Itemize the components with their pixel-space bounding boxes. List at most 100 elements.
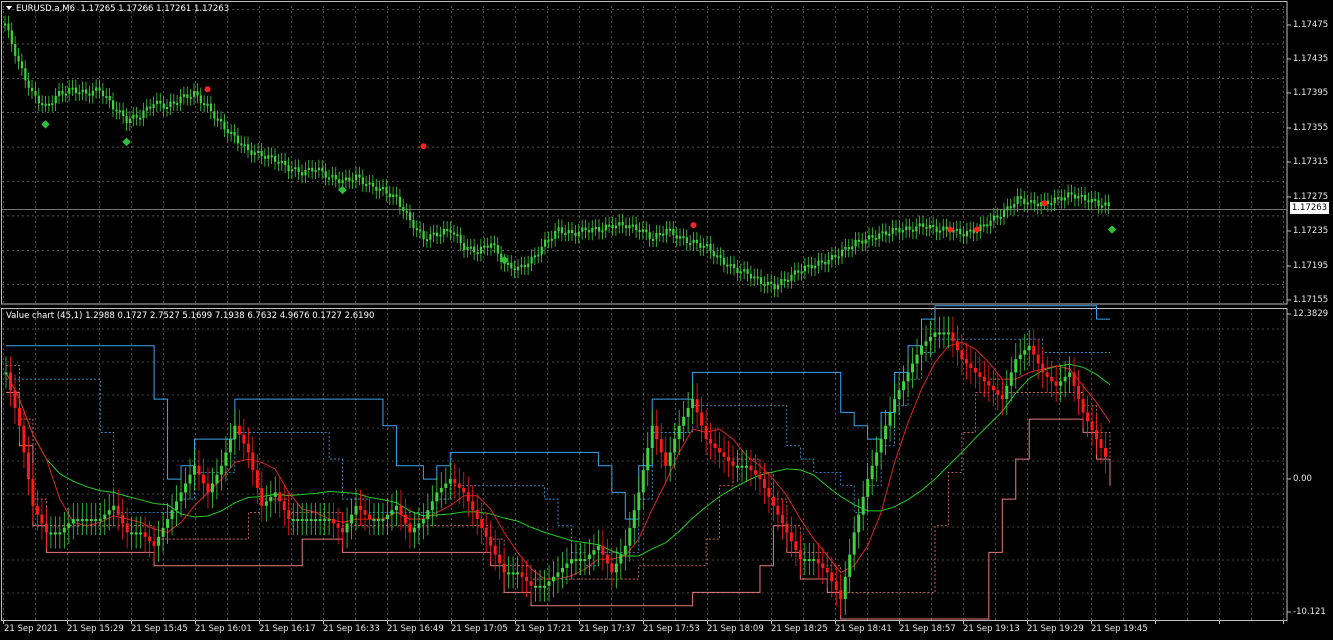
value-candle [359, 505, 363, 511]
price-candle [719, 255, 722, 258]
value-candle [1045, 372, 1049, 377]
price-candle [466, 246, 469, 250]
value-candle [574, 559, 578, 562]
value-candle [915, 354, 919, 364]
value-candle [381, 519, 385, 522]
value-candle [928, 336, 932, 342]
price-candle [790, 274, 793, 281]
price-candle [895, 228, 898, 231]
value-candle [49, 532, 53, 535]
value-candle [35, 505, 39, 515]
price-candle [1030, 200, 1033, 203]
price-candle [1097, 200, 1100, 206]
value-candle [58, 532, 62, 535]
value-candle [466, 492, 470, 502]
price-candle [236, 135, 240, 144]
price-candle [911, 229, 915, 232]
price-candle [301, 172, 304, 176]
value-candle [107, 510, 111, 515]
price-candle [662, 233, 665, 236]
price-candle [959, 228, 962, 235]
value-candle [287, 510, 291, 520]
price-candle [685, 237, 688, 243]
value-candle [17, 407, 21, 426]
price-candle [962, 234, 965, 237]
time-label: 21 Sep 19:45 [1091, 624, 1148, 634]
price-candle [955, 228, 958, 231]
value-candle [884, 425, 888, 440]
price-candle [901, 230, 904, 233]
price-candle [260, 150, 263, 157]
price-candle [405, 211, 408, 214]
value-candle [1081, 399, 1085, 413]
value-candle [318, 519, 322, 522]
value-candle [520, 572, 524, 577]
price-candle [550, 238, 553, 241]
value-candle [691, 399, 695, 408]
indicator-scale-label: 12.3829 [1293, 309, 1329, 319]
price-candle [358, 174, 361, 178]
value-candle [870, 465, 874, 480]
value-candle [228, 439, 232, 453]
price-candle [311, 167, 314, 172]
price-candle [557, 227, 560, 231]
time-label: 21 Sep 17:05 [451, 624, 508, 634]
chart-canvas[interactable] [0, 0, 1333, 640]
sell-signal-marker [420, 143, 427, 150]
price-candle [425, 239, 429, 242]
price-candle [817, 260, 820, 266]
price-candle [760, 277, 763, 284]
value-candle [327, 519, 331, 522]
value-candle [112, 505, 116, 511]
price-candle [638, 230, 641, 233]
value-candle [152, 541, 156, 546]
time-label: 21 Sep 18:57 [899, 624, 956, 634]
value-candle [71, 519, 75, 524]
value-candle [619, 554, 623, 564]
price-candle [186, 94, 189, 98]
price-candle [1023, 198, 1026, 204]
value-candle [700, 412, 704, 426]
value-candle [632, 510, 636, 528]
value-candle [278, 492, 282, 502]
price-candle [763, 283, 766, 286]
value-candle [646, 447, 650, 471]
value-candle [623, 545, 627, 555]
value-candle [233, 425, 237, 440]
price-candle [928, 225, 931, 229]
value-candle [668, 452, 672, 466]
price-candle [284, 160, 287, 166]
price-candle [992, 215, 996, 221]
value-candle [350, 514, 354, 524]
price-candle [689, 242, 692, 245]
value-candle [489, 536, 493, 546]
price-candle [938, 230, 942, 233]
price-candle [490, 243, 493, 248]
value-candle [368, 514, 372, 520]
value-candle [596, 545, 600, 551]
price-candle [770, 281, 773, 284]
value-candle [1000, 394, 1004, 400]
price-candle [78, 92, 81, 95]
price-candle [1063, 197, 1066, 201]
price-candle [415, 228, 418, 231]
price-candle [41, 103, 44, 106]
price-candle [85, 89, 88, 94]
price-candle [706, 244, 709, 247]
current-price-badge: 1.17263 [1290, 202, 1329, 214]
price-candle [135, 114, 138, 118]
price-candle [665, 228, 668, 235]
value-candle [933, 332, 937, 337]
price-candle [793, 270, 796, 275]
price-candle [61, 90, 64, 95]
price-candle [874, 237, 877, 240]
price-candle [412, 220, 415, 229]
price-candle [74, 87, 78, 94]
price-candle [881, 231, 884, 234]
price-candle [351, 180, 354, 183]
price-candle [918, 223, 921, 227]
value-candle [1036, 354, 1040, 364]
value-candle [242, 434, 246, 444]
value-candle [736, 465, 740, 468]
price-candle [591, 228, 594, 233]
